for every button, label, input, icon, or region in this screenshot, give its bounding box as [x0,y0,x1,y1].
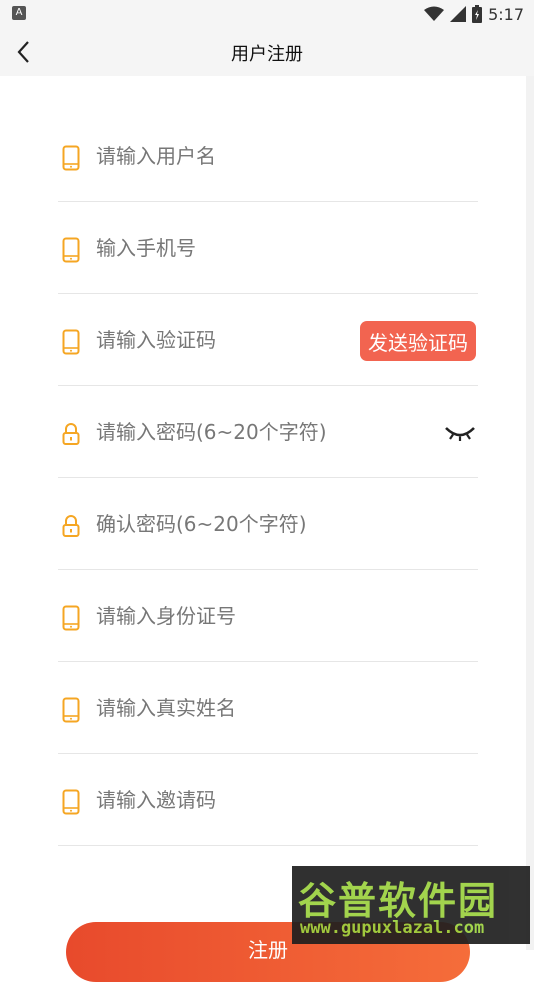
realname-input[interactable] [96,690,376,726]
watermark-brand: 谷普软件园 [298,879,499,923]
scroll-edge [526,76,534,950]
phone-icon [62,605,80,631]
phone-icon [62,329,80,355]
page-title: 用户注册 [231,44,303,65]
phone-input[interactable] [96,230,376,266]
password-input[interactable] [96,414,376,450]
confirm-password-input[interactable] [96,506,376,542]
battery-icon [472,5,483,23]
status-icons: 5:17 [424,4,524,24]
username-row [58,110,478,202]
phone-row [58,202,478,294]
signal-icon [450,6,467,22]
realname-row [58,662,478,754]
notification-icon: A [12,6,26,20]
idcard-row [58,570,478,662]
idcard-input[interactable] [96,598,376,634]
invite-input[interactable] [96,782,376,818]
watermark: 谷普软件园 www.gupuxlazal.com [292,866,530,944]
password-row [58,386,478,478]
phone-icon [62,789,80,815]
lock-icon [62,423,80,445]
username-input[interactable] [96,138,376,174]
lock-icon [62,515,80,537]
eye-closed-icon [445,427,475,441]
register-form: 发送验证码 [58,110,478,846]
status-bar: A 5:17 [0,0,534,28]
toggle-password-visibility[interactable] [444,424,476,444]
invite-row [58,754,478,846]
code-input[interactable] [96,322,336,358]
confirm-row [58,478,478,570]
phone-icon [62,697,80,723]
send-code-button[interactable]: 发送验证码 [360,321,476,361]
status-time: 5:17 [488,4,524,24]
wifi-icon [424,6,445,21]
phone-icon [62,237,80,263]
watermark-url: www.gupuxlazal.com [300,918,485,938]
phone-icon [62,145,80,171]
app-header: 用户注册 [0,28,534,76]
